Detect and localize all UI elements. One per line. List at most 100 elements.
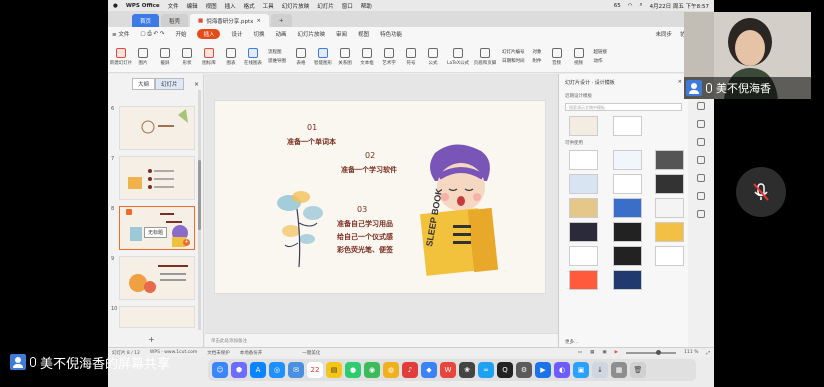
new-slide-button[interactable]: 新建幻灯片 xyxy=(110,47,132,66)
menu-format[interactable]: 格式 xyxy=(244,2,255,10)
app-name[interactable]: WPS Office xyxy=(126,3,160,9)
picture-button[interactable]: 图片 xyxy=(133,47,153,66)
screenshot-button[interactable]: 截屏 xyxy=(155,47,175,66)
view-sorter-icon[interactable]: ▦ xyxy=(590,350,594,355)
relation-button[interactable]: 关系图 xyxy=(335,47,355,66)
menu-slide[interactable]: 幻灯片 xyxy=(317,2,334,10)
wps-icon[interactable]: W xyxy=(440,362,456,378)
tab-document[interactable]: ■ 倪海香研分享.pptx × xyxy=(190,14,269,27)
formula-button[interactable]: 公式 xyxy=(423,47,443,66)
online-chart-button[interactable]: 在线图表 xyxy=(243,47,263,66)
template-thumbnail[interactable] xyxy=(655,198,684,218)
tab-start[interactable]: 开始 xyxy=(175,30,186,38)
appstore-icon[interactable]: A xyxy=(250,362,266,378)
slide-thumbnail[interactable] xyxy=(119,106,195,150)
tab-features[interactable]: 特色功能 xyxy=(380,30,402,38)
menu-tools[interactable]: 工具 xyxy=(263,2,274,10)
steam-icon[interactable]: ◐ xyxy=(554,362,570,378)
template-thumbnail[interactable] xyxy=(655,246,684,266)
tab-home[interactable]: 首页 xyxy=(132,14,160,27)
template-thumbnail[interactable] xyxy=(569,116,598,136)
zoom-knob[interactable] xyxy=(656,349,662,355)
scroll-thumb[interactable] xyxy=(198,160,201,230)
notes-icon[interactable]: ▤ xyxy=(326,362,342,378)
tab-close-icon[interactable]: × xyxy=(256,18,261,24)
template-thumbnail[interactable] xyxy=(569,198,598,218)
panel-close-icon[interactable]: × xyxy=(678,79,682,86)
battery-indicator[interactable]: 65 xyxy=(614,3,621,9)
menu-window[interactable]: 窗口 xyxy=(342,2,353,10)
slide-thumbnail-selected[interactable]: 无标题 + xyxy=(119,206,195,250)
slide-number-button[interactable]: 幻灯片编号 xyxy=(502,49,525,55)
template-thumbnail[interactable] xyxy=(613,116,642,136)
calendar-icon[interactable]: 22 xyxy=(307,362,323,378)
shape-button[interactable]: 形状 xyxy=(177,47,197,66)
search-icon[interactable]: ⌕ xyxy=(640,2,643,9)
tab-design[interactable]: 设计 xyxy=(231,30,242,38)
mute-microphone-button[interactable] xyxy=(736,167,786,217)
photos-icon[interactable]: ❀ xyxy=(459,362,475,378)
sync-status[interactable]: 未同步 xyxy=(655,30,672,38)
menu-insert[interactable]: 插入 xyxy=(225,2,236,10)
smart-graphic-button[interactable]: 智能图形 xyxy=(313,47,333,66)
files-icon[interactable]: ▣ xyxy=(573,362,589,378)
add-slide-icon[interactable]: + xyxy=(183,239,190,246)
action-button[interactable]: 动作 xyxy=(594,58,608,64)
safari-icon[interactable]: ◎ xyxy=(269,362,285,378)
template-search-input[interactable]: 搜索演示文稿中模板 xyxy=(565,103,682,111)
current-slide[interactable]: 01 准备一个单词本 02 准备一个学习软件 03 准备自己学习用品 给自己一个… xyxy=(214,100,546,294)
video-button[interactable]: 视频 xyxy=(569,47,589,66)
layout-icon[interactable] xyxy=(697,156,705,164)
baidu-icon[interactable]: ∞ xyxy=(478,362,494,378)
datetime-button[interactable]: 日期和时间 xyxy=(502,58,525,64)
animation-icon[interactable] xyxy=(697,138,705,146)
template-thumbnail[interactable] xyxy=(655,222,684,242)
menu-file[interactable]: 文件 xyxy=(168,2,179,10)
template-thumbnail[interactable] xyxy=(613,222,642,242)
clock[interactable]: 4月22日 周五 下午8:57 xyxy=(650,2,709,10)
thumbnail-scrollbar[interactable] xyxy=(198,90,201,330)
slide-thumbnail[interactable] xyxy=(119,306,195,328)
template-thumbnail[interactable] xyxy=(569,270,598,290)
symbol-button[interactable]: 符号 xyxy=(401,47,421,66)
view-reading-icon[interactable]: ▣ xyxy=(602,350,606,355)
property-icon[interactable] xyxy=(697,102,705,110)
tab-slideshow[interactable]: 幻灯片放映 xyxy=(298,30,326,38)
menu-edit[interactable]: 编辑 xyxy=(187,2,198,10)
downloads-icon[interactable]: ↓ xyxy=(592,362,608,378)
template-thumbnail[interactable] xyxy=(613,246,642,266)
object-button[interactable]: 对象 xyxy=(533,49,542,55)
apple-icon[interactable]: ● xyxy=(113,3,118,9)
wifi-icon[interactable]: ◠ xyxy=(628,3,633,9)
star-icon[interactable] xyxy=(697,174,705,182)
fit-icon[interactable]: ⤢ xyxy=(706,350,710,356)
template-thumbnail[interactable] xyxy=(613,198,642,218)
slide-thumbnail[interactable] xyxy=(119,256,195,300)
finder-icon[interactable]: ☺ xyxy=(212,362,228,378)
template-thumbnail[interactable] xyxy=(569,246,598,266)
template-thumbnail[interactable] xyxy=(613,174,642,194)
icon-library-button[interactable]: 图标库 xyxy=(199,47,219,66)
file-menu[interactable]: ≡ 文件 xyxy=(112,30,129,38)
table-button[interactable]: 表格 xyxy=(291,47,311,66)
preview-icon[interactable]: ▦ xyxy=(611,362,627,378)
template-thumbnail[interactable] xyxy=(613,270,642,290)
latex-button[interactable]: LaTeX公式 xyxy=(445,47,471,66)
chart-button[interactable]: 图表 xyxy=(221,47,241,66)
audio-button[interactable]: 音频 xyxy=(547,47,567,66)
template-thumbnail[interactable] xyxy=(613,150,642,170)
protect-status[interactable]: 文档未保护 xyxy=(207,350,230,356)
add-slide-button[interactable]: + xyxy=(148,335,155,344)
launchpad-icon[interactable]: ⬢ xyxy=(231,362,247,378)
messages-icon[interactable]: ● xyxy=(345,362,361,378)
tab-animation[interactable]: 动画 xyxy=(276,30,287,38)
view-normal-icon[interactable]: ▭ xyxy=(578,350,582,355)
menu-view[interactable]: 视图 xyxy=(206,2,217,10)
play-icon[interactable]: ▶ xyxy=(615,350,618,355)
tencent-meeting-icon[interactable]: ◆ xyxy=(421,362,437,378)
tab-insert[interactable]: 插入 xyxy=(197,29,221,39)
textbox-button[interactable]: 文本框 xyxy=(357,47,377,66)
new-tab-button[interactable]: + xyxy=(271,14,292,27)
backup-status[interactable]: 本地备份开 xyxy=(240,350,263,356)
trash-icon[interactable]: 🗑 xyxy=(630,362,646,378)
